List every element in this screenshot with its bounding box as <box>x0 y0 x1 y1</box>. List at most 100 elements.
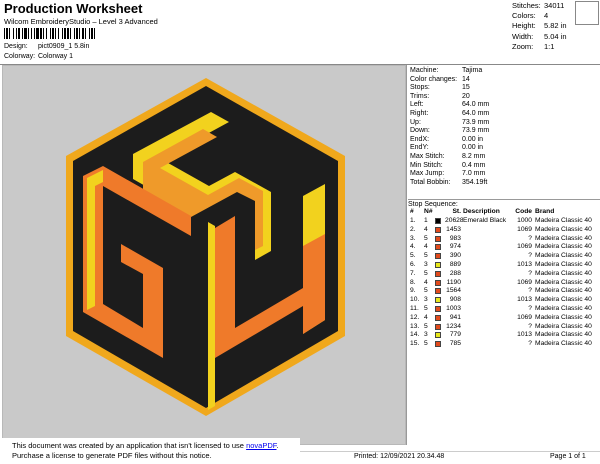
table-row: 11. 5 1003? Madeira Classic 40 <box>410 305 595 314</box>
color-swatch <box>435 270 441 277</box>
color-swatch-cell <box>435 235 445 244</box>
row-index: 8. <box>410 278 416 286</box>
needle-number: 4 <box>424 225 428 233</box>
design-stats: Stitches: 34011 Colors: 4 Height: 5.82 in Widt… <box>512 1 567 52</box>
color-swatch-cell <box>435 296 445 305</box>
thread-brand: Madeira Classic 40 <box>535 296 592 304</box>
pdf-notice: This document was created by an applicat… <box>12 441 279 461</box>
color-swatch-cell <box>435 226 445 235</box>
table-row: 9. 5 1564? Madeira Classic 40 <box>410 287 595 296</box>
embroidery-design <box>66 78 345 416</box>
stat-label: Width: <box>512 31 534 41</box>
color-swatch <box>435 262 441 268</box>
center-seam <box>208 222 215 410</box>
needle-number: 4 <box>424 313 428 321</box>
thread-brand: Madeira Classic 40 <box>535 269 592 277</box>
thread-code: 1013 <box>517 296 532 304</box>
thread-brand: Madeira Classic 40 <box>535 252 592 260</box>
machine-value: 7.0 mm <box>462 170 486 178</box>
stat-row: Zoom: 1:1 <box>512 42 567 52</box>
needle-number: 4 <box>424 278 428 286</box>
color-swatch-cell <box>435 331 445 340</box>
needle-number: 3 <box>424 261 428 268</box>
color-swatch-cell <box>435 270 445 279</box>
machine-value: 73.9 mm <box>462 118 490 126</box>
machine-row: Max Stitch: 8.2 mm <box>410 153 489 162</box>
needle-number: 4 <box>424 243 428 251</box>
color-swatch <box>435 226 441 233</box>
row-index: 9. <box>410 287 416 295</box>
color-swatch-cell <box>435 243 445 252</box>
needle-number: 5 <box>424 322 428 330</box>
stat-label: Colors: <box>512 11 536 21</box>
machine-row: Stops: 15 <box>410 84 489 93</box>
thread-brand: Madeira Classic 40 <box>535 225 592 233</box>
thread-brand: Madeira Classic 40 <box>535 234 592 242</box>
column-header: Description <box>463 208 500 215</box>
thread-code: 1069 <box>517 278 532 286</box>
machine-label: Down: <box>410 127 430 135</box>
table-row: 6. 3 889 1013 Madeira Classic 40 <box>410 261 595 270</box>
color-swatch <box>435 235 441 242</box>
needle-number: 5 <box>424 234 428 242</box>
design-preview <box>2 65 406 445</box>
barcode-bar <box>95 28 97 39</box>
machine-row: Total Bobbin: 354.19ft <box>410 179 489 188</box>
color-swatch <box>435 253 441 260</box>
table-row: 10. 3 908 1013 Madeira Classic 40 <box>410 296 595 305</box>
machine-row: Trims: 20 <box>410 93 489 102</box>
color-swatch <box>435 332 441 339</box>
thread-code: ? <box>528 340 532 348</box>
column-header: Brand <box>535 208 555 215</box>
page-number: Page 1 of 1 <box>550 453 586 460</box>
machine-value: 20 <box>462 92 470 100</box>
color-swatch <box>435 314 441 321</box>
table-row: 8. 4 1190 1069 Madeira Classic 40 <box>410 279 595 288</box>
color-swatch-cell <box>435 340 445 349</box>
thread-brand: Madeira Classic 40 <box>535 313 592 321</box>
notice-line1-end: . <box>276 441 279 450</box>
machine-label: Total Bobbin: <box>410 178 451 186</box>
machine-row: Min Stitch: 0.4 mm <box>410 162 489 171</box>
row-index: 6. <box>410 261 416 268</box>
machine-row: Up: 73.9 mm <box>410 119 489 128</box>
colorway-row: Colorway: Colorway 1 <box>4 53 73 60</box>
thread-code: ? <box>528 234 532 242</box>
worksheet-title: Production Worksheet <box>4 1 143 16</box>
stitch-count: 889 <box>449 261 461 268</box>
novapdf-link[interactable]: novaPDF <box>246 441 276 450</box>
machine-value: 64.0 mm <box>462 101 490 109</box>
row-index: 4. <box>410 243 416 251</box>
machine-label: Stops: <box>410 84 430 92</box>
table-row: 15. 5 785? Madeira Classic 40 <box>410 340 595 349</box>
thread-brand: Madeira Classic 40 <box>535 243 592 251</box>
column-header: St. <box>452 208 461 215</box>
row-index: 3. <box>410 234 416 242</box>
thread-brand: Madeira Classic 40 <box>535 340 592 348</box>
row-index: 10. <box>410 296 420 304</box>
thread-code: ? <box>528 305 532 312</box>
stitch-count: 785 <box>449 340 461 348</box>
software-name: Wilcom EmbroideryStudio – Level 3 Advanc… <box>4 17 158 26</box>
right-letter-orange <box>303 234 325 334</box>
machine-value: Tajima <box>462 67 483 74</box>
thread-code: ? <box>528 252 532 260</box>
table-row: 4. 4 974 1069 Madeira Classic 40 <box>410 243 595 252</box>
needle-number: 3 <box>424 296 428 304</box>
design-value: pict0909_1 5.8in <box>38 43 90 50</box>
thread-code: 1000 <box>517 217 532 224</box>
color-swatch <box>435 323 441 330</box>
thread-brand: Madeira Classic 40 <box>535 322 592 330</box>
thread-brand: Madeira Classic 40 <box>535 278 592 286</box>
notice-line2: Purchase a license to generate PDF files… <box>12 451 212 460</box>
thumbnail-box <box>575 1 599 25</box>
thread-brand: Madeira Classic 40 <box>535 217 592 224</box>
row-index: 2. <box>410 225 416 233</box>
stitch-count: 983 <box>449 234 461 242</box>
machine-label: Max Jump: <box>410 170 445 178</box>
color-swatch-cell <box>435 305 445 314</box>
stitch-count: 974 <box>449 243 461 251</box>
row-index: 14. <box>410 331 420 339</box>
notice-line1: This document was created by an applicat… <box>12 441 247 450</box>
machine-info: Machine: Tajima Color changes: 14 Stops: 15 Tr… <box>410 67 489 187</box>
